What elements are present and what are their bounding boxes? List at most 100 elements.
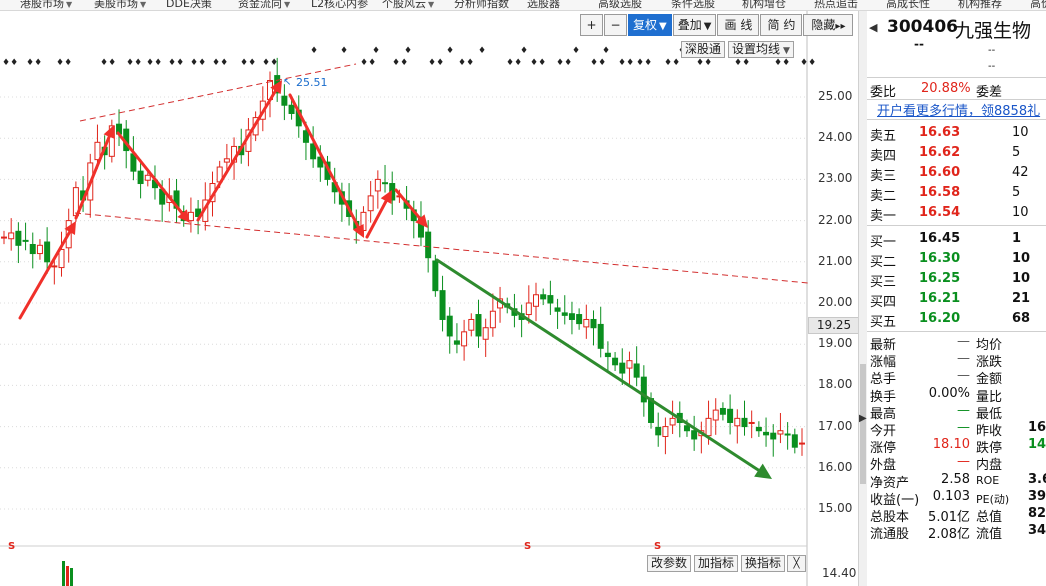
menu-item[interactable]: 热点追击 xyxy=(814,0,858,10)
stat-value: 34.2 xyxy=(1028,523,1046,539)
menu-item[interactable]: 分析师指数 xyxy=(454,0,509,10)
menu-item[interactable]: 选股器 xyxy=(527,0,560,10)
ask-level-label: 卖三 xyxy=(870,169,897,184)
signal-diamond-icon: ♦♦ xyxy=(26,58,42,68)
menu-item-label: 机构增仓 xyxy=(742,0,786,10)
simple-mode-button[interactable]: 简 约 xyxy=(760,14,803,36)
menu-item[interactable]: 机构推荐 xyxy=(958,0,1002,10)
menu-item-label: 港股市场 xyxy=(20,0,64,10)
ask-level-label: 卖二 xyxy=(870,189,897,204)
stat-label: 收益(一) xyxy=(870,492,920,508)
stat-label: 外盘 xyxy=(870,458,897,474)
overlay-button[interactable]: 叠加 ▼ xyxy=(672,14,717,36)
menu-item[interactable]: 高成长性 xyxy=(886,0,930,10)
menu-item[interactable]: 港股市场 ▼ xyxy=(20,0,72,10)
stat-label: 涨跌 xyxy=(976,355,1003,371)
quote-panel: ◀ 300406 九强生物 -- -- -- 委比 20.88% 委差 开户看更… xyxy=(867,11,1046,586)
fuquan-button[interactable]: 复权 ▼ xyxy=(628,14,672,36)
menu-item[interactable]: 个股风云 ▼ xyxy=(382,0,434,10)
open-account-promo-link[interactable]: 开户看更多行情，领8858礼 xyxy=(877,100,1040,119)
close-indicator-button[interactable]: ╳ xyxy=(787,555,806,572)
bid-row[interactable]: 买三 16.25 10 xyxy=(867,271,1046,290)
zoom-in-button[interactable]: + xyxy=(580,14,603,36)
signal-diamond-icon: ♦♦ xyxy=(734,58,750,68)
signal-diamond-icon: ♦♦ xyxy=(428,58,444,68)
menu-item[interactable]: 机构增仓 xyxy=(742,0,786,10)
ask-row[interactable]: 卖四 16.62 5 xyxy=(867,145,1046,164)
stock-name: 九强生物 xyxy=(955,20,1032,42)
stat-label: 涨停 xyxy=(870,441,897,457)
signal-diamond-icon: ♦♦ xyxy=(774,58,790,68)
bid-volume: 1 xyxy=(1012,231,1022,246)
signal-diamond-icon: ♦♦ xyxy=(212,58,228,68)
menu-item[interactable]: 高价 xyxy=(1030,0,1046,10)
ask-level-label: 卖五 xyxy=(870,129,897,144)
ask-level-label: 卖一 xyxy=(870,209,897,224)
triangle-left-icon[interactable]: ◀ xyxy=(869,21,877,34)
signal-diamond-icon: ♦ xyxy=(602,46,610,56)
change-params-button[interactable]: 改参数 xyxy=(647,555,692,572)
price-tick-label: 19.00 xyxy=(818,336,853,351)
stat-value: — xyxy=(957,351,970,367)
stat-label: 净资产 xyxy=(870,475,910,491)
menu-item-label: 热点追击 xyxy=(814,0,858,10)
stat-row: 收益(一) 0.103 PE(动) 39 xyxy=(867,489,1046,508)
stat-row: 换手 0.00% 量比 xyxy=(867,386,1046,405)
signal-diamond-icon: ♦♦ xyxy=(168,58,184,68)
stat-label: 内盘 xyxy=(976,458,1003,474)
bid-row[interactable]: 买一 16.45 1 xyxy=(867,231,1046,250)
menu-item-label: 资金流向 xyxy=(238,0,282,10)
menu-item[interactable]: 高级选股 xyxy=(598,0,642,10)
set-moving-average-button[interactable]: 设置均线 ▼ xyxy=(728,41,794,58)
stat-value: 14 xyxy=(1028,437,1046,453)
divider xyxy=(867,119,1046,120)
menu-item[interactable]: 资金流向 ▼ xyxy=(238,0,290,10)
bid-level-label: 买三 xyxy=(870,275,897,290)
bid-price: 16.30 xyxy=(919,251,961,266)
menu-item[interactable]: DDE决策 xyxy=(166,0,212,10)
stock-chart-app: 港股市场 ▼ 美股市场 ▼ DDE决策 资金流向 ▼ L2核心内参 个股风云 ▼ 分析师指数 选股器高… xyxy=(0,0,1046,586)
stat-label: 换手 xyxy=(870,389,897,405)
bid-price: 16.21 xyxy=(919,291,961,306)
bid-price: 16.45 xyxy=(919,231,961,246)
triangle-down-icon: ▼ xyxy=(703,21,712,32)
ask-row[interactable]: 卖三 16.60 42 xyxy=(867,165,1046,184)
stat-label: 总手 xyxy=(870,372,897,388)
signal-diamond-icon: ♦♦ xyxy=(126,58,142,68)
stat-value: — xyxy=(957,420,970,435)
shenggutong-button[interactable]: 深股通 xyxy=(681,41,726,58)
divider xyxy=(867,331,1046,332)
switch-indicator-button[interactable]: 换指标 xyxy=(741,555,786,572)
ask-volume: 42 xyxy=(1012,165,1029,180)
menu-item[interactable]: 条件选股 xyxy=(671,0,715,10)
stat-value: — xyxy=(957,402,970,418)
menu-item[interactable]: L2核心内参 xyxy=(311,0,368,10)
hide-button[interactable]: 隐藏▸▸ xyxy=(803,14,854,36)
stat-value: 3.6 xyxy=(1028,471,1046,487)
weibi-row: 委比 20.88% 委差 xyxy=(867,81,1046,100)
zoom-out-button[interactable]: − xyxy=(604,14,627,36)
bid-row[interactable]: 买四 16.21 21 xyxy=(867,291,1046,310)
ask-row[interactable]: 卖五 16.63 10 xyxy=(867,125,1046,144)
signal-diamond-icon: ♦♦ xyxy=(360,58,376,68)
draw-line-button[interactable]: 画 线 xyxy=(717,14,760,36)
price-tick-label: 15.00 xyxy=(818,501,853,515)
bid-row[interactable]: 买二 16.30 10 xyxy=(867,251,1046,270)
kline-chart[interactable]: ♦♦ ♦♦ ♦♦ ♦♦ ♦♦ ♦♦ ♦♦ ♦♦ ♦♦ ♦♦ ♦♦ ♦♦ ♦♦ ♦♦ ♦♦ ♦♦ ♦♦ ♦♦ ♦♦ ♦♦… xyxy=(0,11,858,586)
hide-label: 隐藏 xyxy=(811,18,836,32)
bid-level-label: 买四 xyxy=(870,295,897,310)
stat-row: 净资产 2.58 ROE 3.6 xyxy=(867,471,1046,491)
splitter-handle[interactable] xyxy=(860,364,866,484)
ask-volume: 5 xyxy=(1012,185,1021,200)
stat-label: 流值 xyxy=(976,527,1003,543)
ask-row[interactable]: 卖一 16.54 10 xyxy=(867,205,1046,224)
signal-diamond-icon: ♦♦ xyxy=(530,58,546,68)
ask-row[interactable]: 卖二 16.58 5 xyxy=(867,185,1046,204)
volume-bar xyxy=(62,561,65,586)
current-price-tag: 19.25 xyxy=(808,317,860,334)
add-indicator-button[interactable]: 加指标 xyxy=(694,555,739,572)
bid-row[interactable]: 买五 16.20 68 xyxy=(867,311,1046,330)
signal-diamond-icon: ♦♦ xyxy=(146,58,162,68)
divider xyxy=(867,77,1046,78)
menu-item[interactable]: 美股市场 ▼ xyxy=(94,0,146,10)
